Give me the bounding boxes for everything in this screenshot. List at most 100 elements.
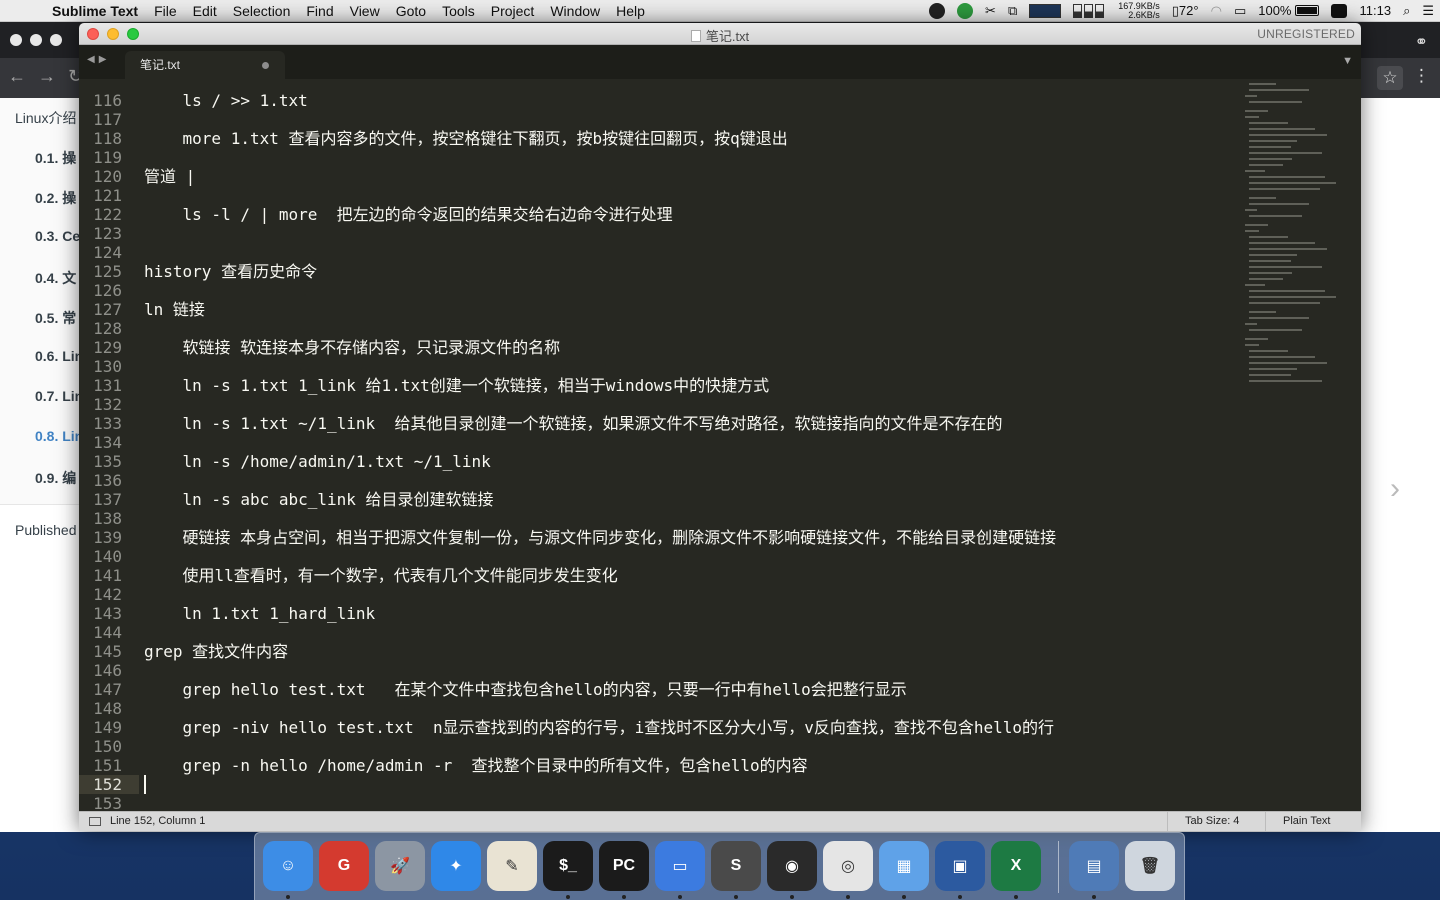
dock-trash-icon[interactable]: 🗑	[1125, 841, 1175, 891]
dock: ☺ G 🚀 ✦ ✎ $_ PC ▭ S ◉ ◎ ▦ ▣ X ▤ 🗑	[254, 832, 1185, 900]
menu-help[interactable]: Help	[608, 0, 653, 22]
scissors-icon[interactable]: ✂	[979, 0, 1002, 22]
cursor-position: Line 152, Column 1	[110, 815, 206, 827]
minimap-line	[1249, 368, 1297, 370]
dock-screen-sharing-icon[interactable]: ▤	[1069, 841, 1119, 891]
status-update-icon[interactable]	[951, 0, 979, 22]
dock-launchpad-icon[interactable]: 🚀	[375, 841, 425, 891]
code-line[interactable]: ls / >> 1.txt	[144, 91, 308, 110]
dock-obs-icon[interactable]: ◉	[767, 841, 817, 891]
code-line[interactable]: ln -s 1.txt 1_link 给1.txt创建一个软链接，相当于wind…	[144, 376, 770, 395]
dock-safari-icon[interactable]: ✦	[431, 841, 481, 891]
browser-zoom-button[interactable]	[50, 34, 62, 46]
forward-arrow-icon[interactable]: →	[38, 66, 56, 87]
code-line[interactable]: ln -s /home/admin/1.txt ~/1_link	[144, 452, 491, 471]
syntax-selector[interactable]: Plain Text	[1265, 812, 1361, 831]
toc-item-0-4[interactable]: 0.4. 文	[35, 268, 76, 288]
published-with-link[interactable]: Published	[15, 522, 77, 538]
dock-finder-icon[interactable]: ☺	[263, 841, 313, 891]
minimap-line	[1249, 182, 1337, 184]
code-line[interactable]: history 查看历史命令	[144, 262, 317, 281]
code-line[interactable]: grep -niv hello test.txt n显示查找到的内容的行号，i查…	[144, 718, 1055, 737]
menu-selection[interactable]: Selection	[225, 0, 299, 22]
airplay-icon[interactable]: ▭	[1228, 0, 1252, 22]
tab-scroll-arrows-icon[interactable]: ◀▶	[87, 54, 110, 65]
browser-minimize-button[interactable]	[30, 34, 42, 46]
dock-textedit-icon[interactable]: ✎	[487, 841, 537, 891]
code-line[interactable]: ln 1.txt 1_hard_link	[144, 604, 376, 623]
window-tool-icon[interactable]: ⧉	[1002, 0, 1023, 22]
line-number: 137	[93, 490, 122, 509]
dock-keynote-icon[interactable]: ▭	[655, 841, 705, 891]
unsaved-dot-icon[interactable]	[262, 62, 269, 69]
toc-item-0-1[interactable]: 0.1. 操	[35, 148, 76, 168]
toc-item-0-5[interactable]: 0.5. 常	[35, 308, 76, 328]
running-indicator	[622, 895, 626, 899]
minimap-line	[1249, 242, 1316, 244]
code-line[interactable]: 使用ll查看时，有一个数字，代表有几个文件能同步发生变化	[144, 566, 618, 585]
code-line[interactable]: grep hello test.txt 在某个文件中查找包含hello的内容，只…	[144, 680, 907, 699]
toc-item-intro[interactable]: Linux介绍	[15, 108, 76, 128]
code-line[interactable]: ln -s 1.txt ~/1_link 给其他目录创建一个软链接，如果源文件不…	[144, 414, 1003, 433]
code-line[interactable]: 软链接 软连接本身不存储内容，只记录源文件的名称	[144, 338, 561, 357]
tab-size-selector[interactable]: Tab Size: 4	[1167, 812, 1265, 831]
toc-item-0-7[interactable]: 0.7. Lin	[35, 388, 79, 404]
app-menu[interactable]: Sublime Text	[44, 0, 146, 22]
dock-pycharm-icon[interactable]: PC	[599, 841, 649, 891]
toc-item-0-2[interactable]: 0.2. 操	[35, 188, 76, 208]
code-line[interactable]: grep -n hello /home/admin -r 查找整个目录中的所有文…	[144, 756, 808, 775]
temperature[interactable]: ▯ 72°	[1166, 0, 1205, 22]
code-line[interactable]: ln -s abc abc_link 给目录创建软链接	[144, 490, 494, 509]
next-page-chevron-icon[interactable]: ›	[1390, 472, 1400, 506]
toc-item-0-3[interactable]: 0.3. Ce	[35, 228, 79, 244]
dock-excel-icon[interactable]: X	[991, 841, 1041, 891]
code-line[interactable]: grep 查找文件内容	[144, 642, 288, 661]
toc-item-0-6[interactable]: 0.6. Lin	[35, 348, 79, 364]
dock-sublime-text-icon[interactable]: S	[711, 841, 761, 891]
toc-item-0-9[interactable]: 0.9. 编	[35, 468, 76, 488]
menu-project[interactable]: Project	[483, 0, 543, 22]
network-speed[interactable]: 167.9KB/s 2.6KB/s	[1112, 0, 1166, 22]
battery-status[interactable]: 100%	[1252, 0, 1325, 22]
menu-edit[interactable]: Edit	[185, 0, 225, 22]
dock-chrome-icon[interactable]: ◎	[823, 841, 873, 891]
back-arrow-icon[interactable]: ←	[8, 66, 26, 87]
minimap[interactable]	[1243, 79, 1353, 399]
browser-close-button[interactable]	[10, 34, 22, 46]
running-indicator	[1092, 895, 1096, 899]
line-number: 116	[93, 91, 122, 110]
tab-notes-file[interactable]: 笔记.txt	[125, 51, 285, 79]
status-app-icon[interactable]	[923, 0, 951, 22]
menu-find[interactable]: Find	[298, 0, 341, 22]
menu-window[interactable]: Window	[542, 0, 608, 22]
line-number: 134	[93, 433, 122, 452]
panel-toggle-icon[interactable]	[89, 817, 101, 826]
editor-area[interactable]: 116 117 118 119 120 121 122 123 124 125 126 127 128 1…	[79, 79, 1361, 811]
clock[interactable]: 11:13	[1353, 0, 1397, 22]
notification-center-icon[interactable]: ☰	[1416, 0, 1440, 22]
tab-list-dropdown-icon[interactable]: ▼	[1342, 55, 1353, 67]
code-line[interactable]: more 1.txt 查看内容多的文件，按空格键往下翻页，按b按键往回翻页，按q…	[144, 129, 788, 148]
code-line[interactable]: 管道 |	[144, 167, 195, 186]
dock-git-client-icon[interactable]: G	[319, 841, 369, 891]
menu-file[interactable]: File	[146, 0, 185, 22]
browser-menu-icon[interactable]: ⋮	[1413, 66, 1430, 90]
bookmark-star-icon[interactable]: ☆	[1377, 66, 1403, 90]
code-line[interactable]: ls -l / | more 把左边的命令返回的结果交给右边命令进行处理	[144, 205, 673, 224]
code-line[interactable]: ln 链接	[144, 300, 205, 319]
toc-item-0-8[interactable]: 0.8. Lin	[35, 428, 79, 444]
wifi-icon[interactable]: ◠	[1205, 0, 1228, 22]
menu-goto[interactable]: Goto	[388, 0, 434, 22]
menu-view[interactable]: View	[342, 0, 388, 22]
spotlight-search-icon[interactable]: ⌕	[1397, 0, 1416, 22]
code-line[interactable]: 硬链接 本身占空间，相当于把源文件复制一份，与源文件同步变化，删除源文件不影响硬…	[144, 528, 1057, 547]
input-method-icon[interactable]	[1325, 0, 1353, 22]
minimap-line	[1249, 134, 1328, 136]
dock-app-store-alt-icon[interactable]: ▦	[879, 841, 929, 891]
cpu-meter-icon[interactable]	[1023, 0, 1067, 22]
memory-bars-icon[interactable]	[1067, 0, 1112, 22]
dock-parallels-icon[interactable]: ▣	[935, 841, 985, 891]
minimap-line	[1249, 350, 1288, 352]
dock-terminal-icon[interactable]: $_	[543, 841, 593, 891]
menu-tools[interactable]: Tools	[434, 0, 483, 22]
